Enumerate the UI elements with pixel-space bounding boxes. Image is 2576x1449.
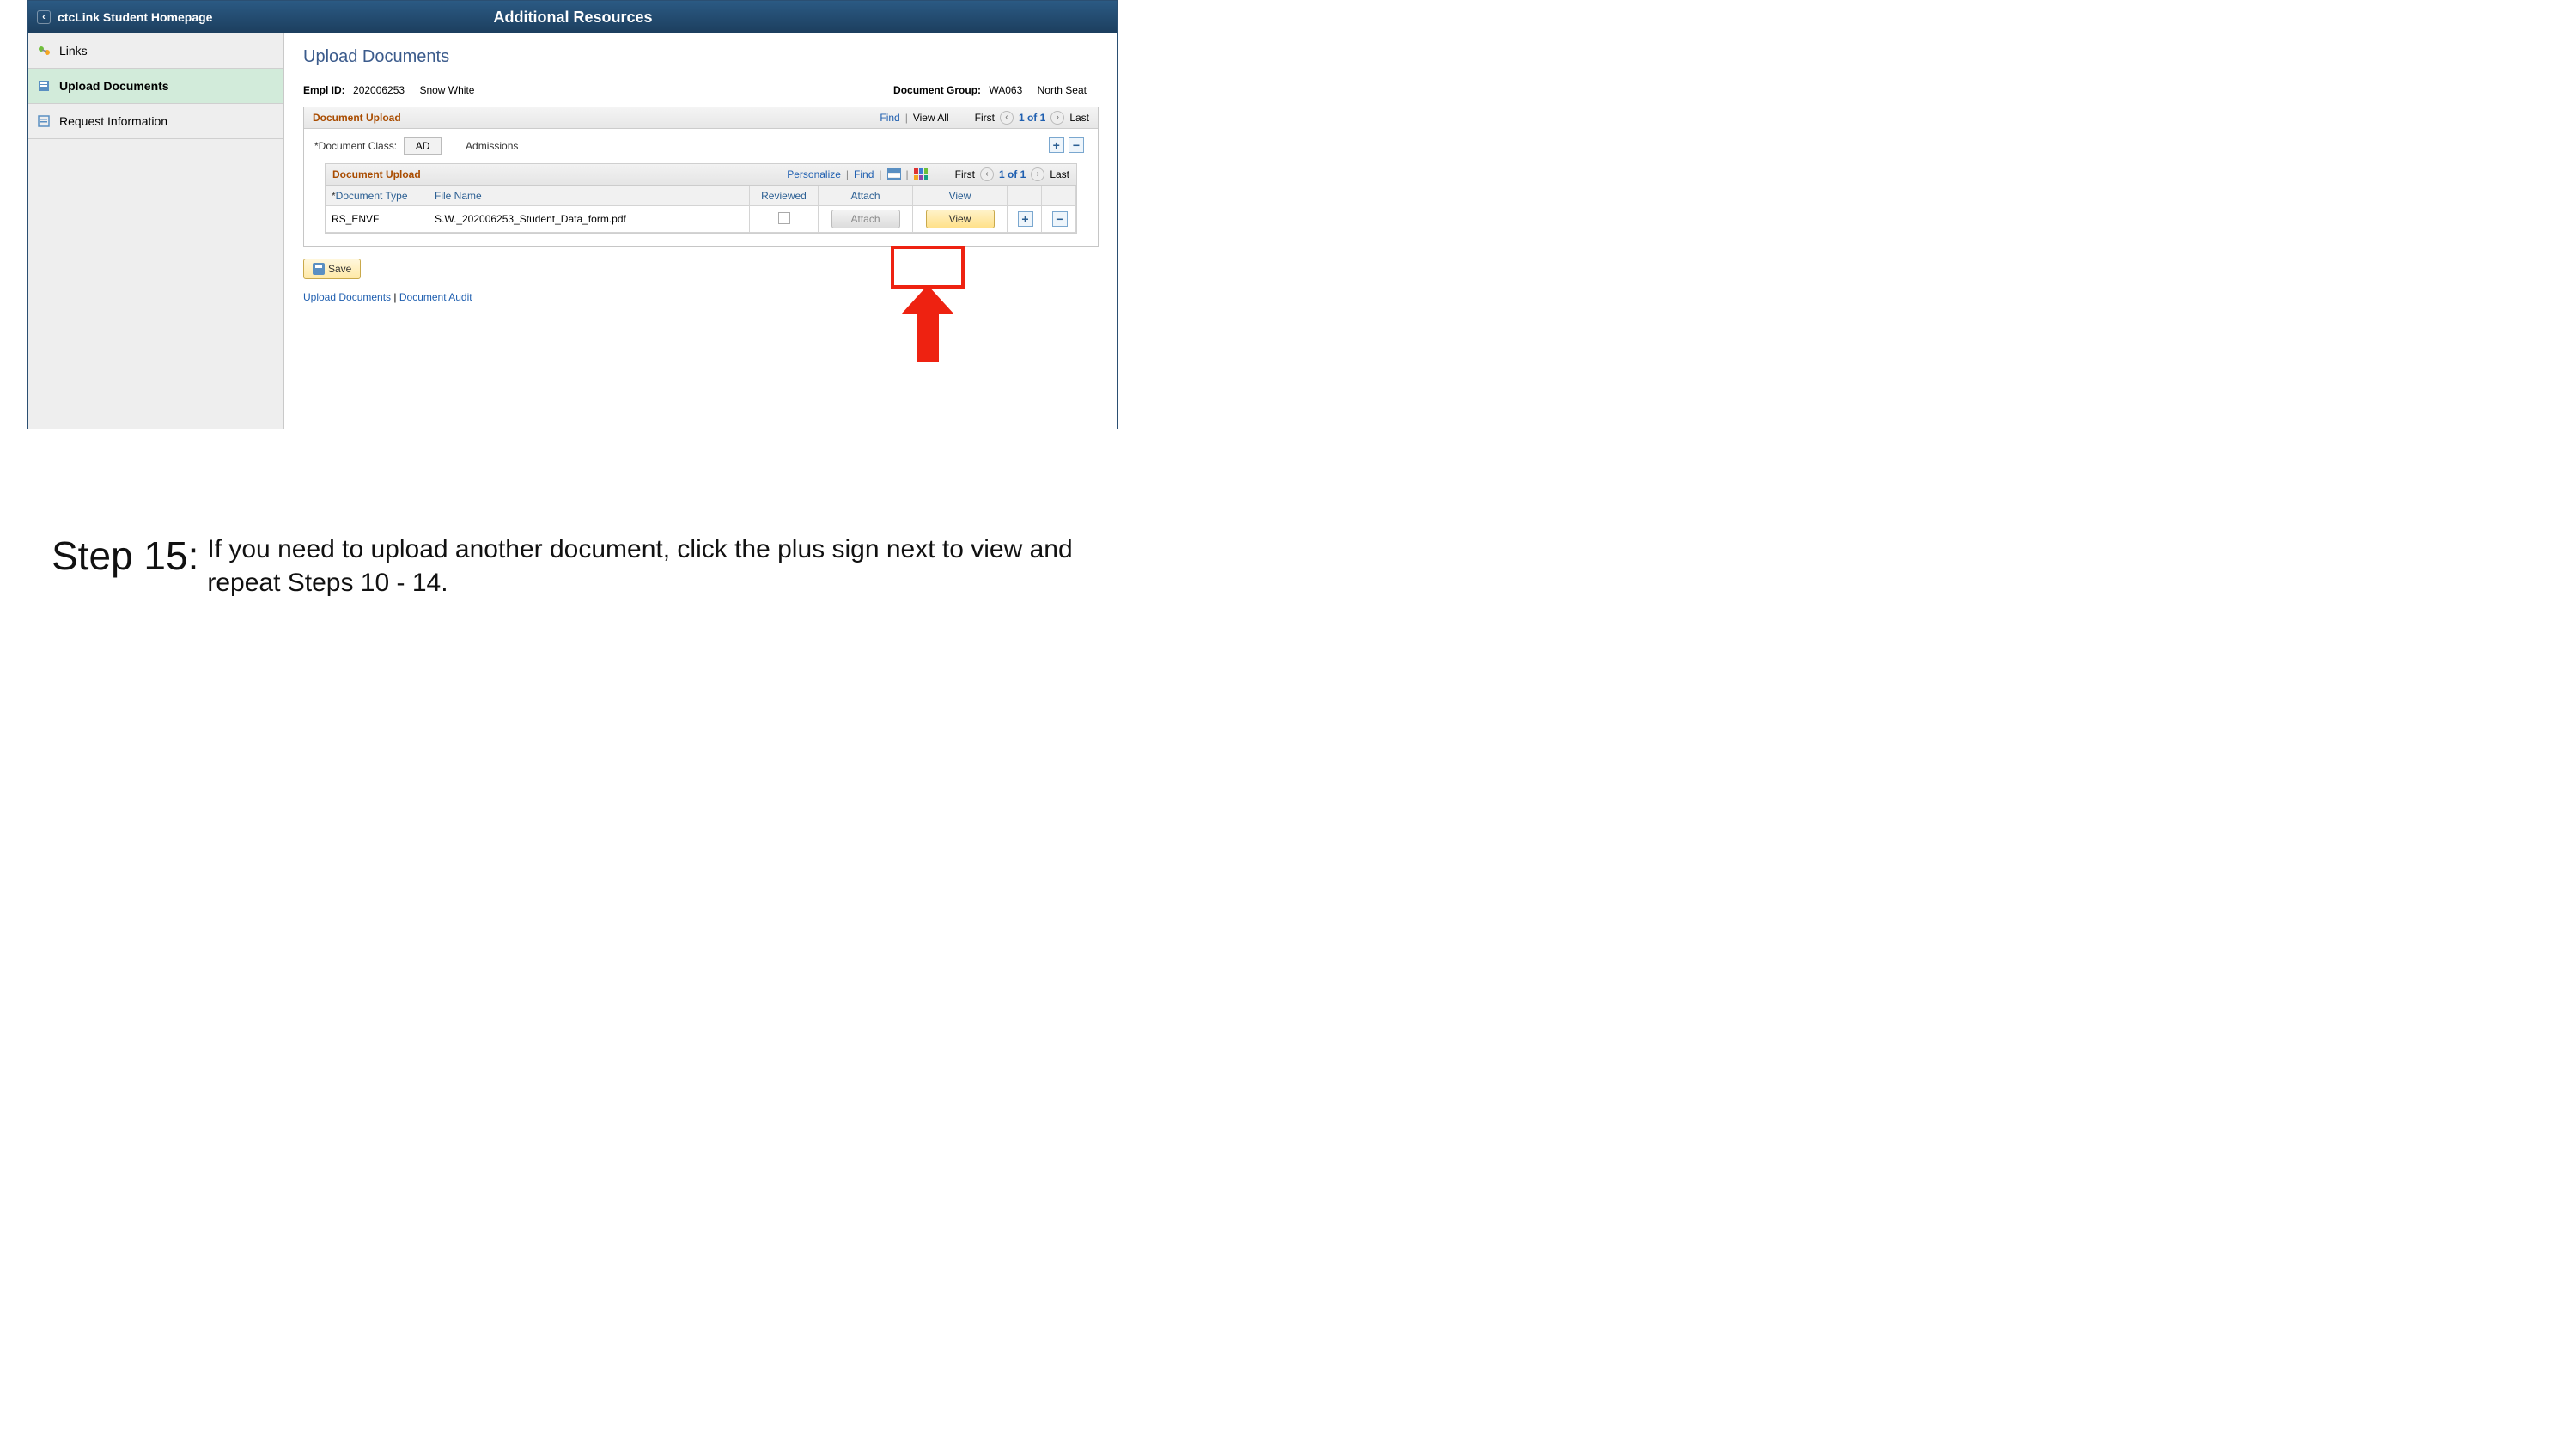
upload-documents-link[interactable]: Upload Documents <box>303 291 391 303</box>
inner-delete-row-button[interactable]: − <box>1052 211 1068 227</box>
reviewed-checkbox[interactable] <box>778 212 790 224</box>
page-title: Upload Documents <box>303 47 1099 67</box>
find-link[interactable]: Find <box>880 112 899 124</box>
inner-next-button[interactable]: › <box>1031 167 1044 181</box>
empl-id-label: Empl ID: <box>303 84 345 96</box>
doc-class-label: Document Class: <box>314 140 397 152</box>
sidebar-item-links[interactable]: Links <box>28 33 283 69</box>
last-label: Last <box>1069 112 1089 124</box>
inner-add-row-button[interactable]: + <box>1018 211 1033 227</box>
app-window: ‹ ctcLink Student Homepage Additional Re… <box>27 0 1118 429</box>
document-upload-table: Document Type File Name Reviewed Attach … <box>326 186 1076 233</box>
bottom-links: Upload Documents | Document Audit <box>303 291 1099 303</box>
upload-documents-icon <box>37 79 52 93</box>
meta-right: Document Group: WA063 North Seat <box>893 84 1099 96</box>
links-icon <box>37 44 52 58</box>
attach-button[interactable]: Attach <box>831 210 900 228</box>
outer-panel-title: Document Upload <box>313 112 401 124</box>
col-reviewed[interactable]: Reviewed <box>750 186 819 206</box>
outer-panel-head: Document Upload Find | View All First ‹ … <box>304 107 1098 129</box>
inner-panel-title: Document Upload <box>332 168 421 180</box>
inner-find-link[interactable]: Find <box>854 168 874 180</box>
inner-counter: 1 of 1 <box>999 168 1026 180</box>
sidebar-item-label: Request Information <box>59 114 167 128</box>
outer-counter: 1 of 1 <box>1019 112 1045 124</box>
personalize-link[interactable]: Personalize <box>787 168 841 180</box>
save-disk-icon <box>313 263 325 275</box>
meta-left: Empl ID: 202006253 Snow White <box>303 84 486 96</box>
prev-button[interactable]: ‹ <box>1000 111 1014 125</box>
inner-first-label: First <box>955 168 975 180</box>
col-file-name[interactable]: File Name <box>429 186 750 206</box>
annotation-highlight-box <box>891 246 965 289</box>
doc-class-input[interactable] <box>404 137 442 155</box>
request-information-icon <box>37 114 52 128</box>
doc-group-code: WA063 <box>989 84 1022 96</box>
inner-last-label: Last <box>1050 168 1069 180</box>
col-attach[interactable]: Attach <box>819 186 913 206</box>
empl-name-value: Snow White <box>419 84 474 96</box>
instruction-text: If you need to upload another document, … <box>207 533 1152 600</box>
col-view[interactable]: View <box>913 186 1008 206</box>
instruction-step-label: Step 15: <box>52 533 198 579</box>
outer-add-row-button[interactable]: + <box>1049 137 1064 153</box>
doc-group-label: Document Group: <box>893 84 981 96</box>
outer-document-upload-panel: Document Upload Find | View All First ‹ … <box>303 107 1099 247</box>
meta-row: Empl ID: 202006253 Snow White Document G… <box>303 84 1099 96</box>
inner-panel-head: Document Upload Personalize | Find | | <box>326 164 1076 186</box>
view-all-link[interactable]: View All <box>913 112 949 124</box>
sidebar: Links Upload Documents Request Informati… <box>28 33 284 429</box>
empl-id-value: 202006253 <box>353 84 405 96</box>
first-label: First <box>975 112 995 124</box>
download-icon[interactable] <box>887 168 901 180</box>
save-label: Save <box>328 263 351 275</box>
cell-doc-type: RS_ENVF <box>326 206 429 233</box>
inner-document-upload-panel: Document Upload Personalize | Find | | <box>325 163 1077 234</box>
view-button[interactable]: View <box>926 210 995 228</box>
sidebar-item-label: Links <box>59 44 88 58</box>
sidebar-item-label: Upload Documents <box>59 79 169 93</box>
table-row: RS_ENVF S.W._202006253_Student_Data_form… <box>326 206 1076 233</box>
next-button[interactable]: › <box>1050 111 1064 125</box>
save-button[interactable]: Save <box>303 259 361 279</box>
outer-panel-body: Document Class: Admissions + − Document … <box>304 129 1098 246</box>
doc-group-name: North Seat <box>1038 84 1087 96</box>
inner-prev-button[interactable]: ‹ <box>980 167 994 181</box>
chevron-left-icon: ‹ <box>37 10 51 24</box>
main-content: Upload Documents Empl ID: 202006253 Snow… <box>284 33 1117 429</box>
back-button[interactable]: ‹ ctcLink Student Homepage <box>37 10 212 24</box>
cell-file-name: S.W._202006253_Student_Data_form.pdf <box>429 206 750 233</box>
doc-class-desc: Admissions <box>466 140 518 152</box>
col-document-type[interactable]: Document Type <box>326 186 429 206</box>
instruction-block: Step 15: If you need to upload another d… <box>52 533 2542 600</box>
document-audit-link[interactable]: Document Audit <box>399 291 472 303</box>
sidebar-item-upload-documents[interactable]: Upload Documents <box>28 69 283 104</box>
back-label: ctcLink Student Homepage <box>58 10 212 24</box>
sidebar-item-request-information[interactable]: Request Information <box>28 104 283 139</box>
zoom-grid-icon[interactable] <box>914 168 928 180</box>
topbar: ‹ ctcLink Student Homepage Additional Re… <box>28 1 1117 33</box>
outer-delete-row-button[interactable]: − <box>1069 137 1084 153</box>
